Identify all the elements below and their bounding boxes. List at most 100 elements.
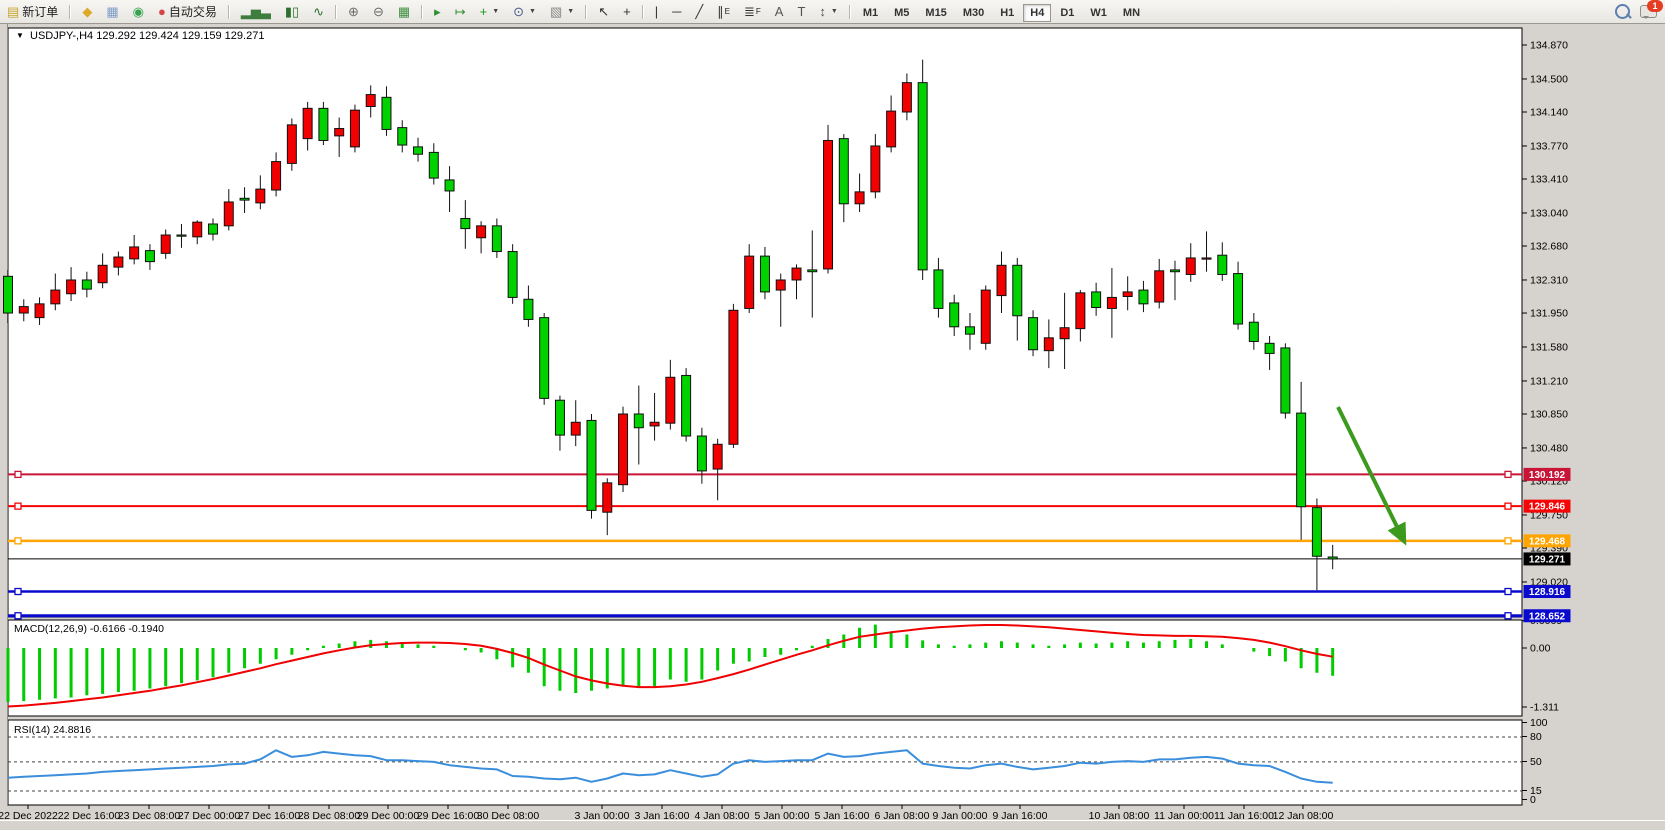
autotrade-icon: ● — [158, 5, 166, 18]
notification-badge: 1 — [1647, 0, 1663, 12]
time-axis: 22 Dec 202222 Dec 16:0023 Dec 08:0027 De… — [0, 805, 1334, 821]
svg-text:130.480: 130.480 — [1530, 442, 1568, 454]
candle-body — [51, 290, 60, 304]
candle-body — [114, 257, 123, 267]
new-order-button[interactable]: ▤新订单 — [1, 0, 64, 23]
window-icon: ▦ — [106, 5, 118, 18]
candle-body — [1076, 293, 1085, 329]
timeframe-toolbar: M1M5M15M30H1H4D1W1MN — [855, 5, 1148, 19]
trendline-button[interactable]: ╱ — [689, 0, 709, 23]
zoom-in-button[interactable]: ⊕ — [342, 0, 365, 23]
svg-text:130.850: 130.850 — [1530, 408, 1568, 420]
trendline-icon: ╱ — [695, 5, 703, 18]
candle-body — [366, 95, 375, 107]
svg-text:0: 0 — [1530, 794, 1536, 806]
timeframe-d1-button[interactable]: D1 — [1053, 4, 1081, 22]
arrows-button[interactable]: ↕▼ — [813, 0, 843, 23]
candle-body — [729, 310, 738, 444]
tile-windows-button[interactable]: ▦ — [392, 0, 416, 23]
candle-body — [130, 247, 139, 259]
candle-body — [902, 83, 911, 112]
toolbar-separator — [642, 5, 644, 19]
templates-button[interactable]: ▧▼ — [544, 0, 580, 23]
candle-body — [792, 268, 801, 280]
svg-text:132.680: 132.680 — [1530, 241, 1568, 253]
new-chart-button[interactable]: +▼ — [474, 0, 506, 23]
candle-body — [177, 235, 186, 236]
data-window-icon-button[interactable]: ▦ — [100, 0, 124, 23]
timeframe-mn-button[interactable]: MN — [1116, 4, 1147, 22]
candle-body — [429, 152, 438, 178]
channel-button[interactable]: ∥E — [711, 0, 736, 23]
market-watch-icon-button[interactable]: ◆ — [76, 0, 98, 23]
timeframe-m15-button[interactable]: M15 — [918, 4, 953, 22]
candle-body — [240, 198, 249, 200]
dropdown-arrow-icon: ▼ — [529, 8, 536, 15]
candle-body — [67, 280, 76, 294]
text-label-button[interactable]: T — [791, 0, 811, 23]
toolbar-separator — [585, 5, 587, 19]
timeframe-h4-button[interactable]: H4 — [1023, 4, 1051, 22]
text-icon: A — [775, 5, 784, 18]
candle-body — [1186, 258, 1195, 275]
text-button[interactable]: A — [769, 0, 790, 23]
search-icon[interactable] — [1615, 4, 1630, 19]
candle-body — [145, 251, 154, 262]
fibonacci-button[interactable]: ≣F — [738, 0, 767, 23]
timeframe-w1-button[interactable]: W1 — [1083, 4, 1114, 22]
candle-body — [193, 222, 202, 237]
crosshair-button[interactable]: + — [617, 0, 637, 23]
candle-body — [4, 276, 13, 313]
candle-body — [1328, 557, 1337, 559]
auto-trading-button[interactable]: ●自动交易 — [152, 0, 223, 23]
candle-body — [587, 420, 596, 510]
svg-text:133.040: 133.040 — [1530, 207, 1568, 219]
candle-body — [1139, 290, 1148, 304]
candle-body — [98, 265, 107, 282]
symbol-dropdown-icon[interactable]: ▼ — [16, 31, 24, 40]
chart-title: USDJPY-,H4 129.292 129.424 129.159 129.2… — [30, 30, 264, 42]
zoom-out-icon: ⊖ — [373, 5, 384, 18]
chat-icon[interactable]: 1 — [1640, 5, 1657, 18]
toolbar-separator — [69, 5, 71, 19]
horizontal-line-button[interactable]: ─ — [666, 0, 687, 23]
candle-body — [1092, 292, 1101, 308]
candle-body — [918, 83, 927, 270]
line-chart-button[interactable]: ∿ — [307, 0, 330, 23]
svg-text:131.210: 131.210 — [1530, 375, 1568, 387]
terminal-window: ▤新订单 ◆ ▦ ◉ ●自动交易 ▂▅▃▮▯∿ ⊕ ⊖ ▦ ▸↦+▼⊙▼▧▼ ↖ + |─ ╱ ∥E≣F AT… — [0, 0, 1665, 830]
svg-text:-1.311: -1.311 — [1530, 701, 1559, 713]
timeframe-m5-button[interactable]: M5 — [887, 4, 916, 22]
auto-scroll-button[interactable]: ▸ — [428, 0, 447, 23]
chart-shift-button[interactable]: ↦ — [449, 0, 472, 23]
timeframe-m1-button[interactable]: M1 — [856, 4, 885, 22]
candle-body — [492, 226, 501, 252]
candle-body — [272, 162, 281, 190]
signals-icon-button[interactable]: ◉ — [127, 0, 150, 23]
zoom-in-icon: ⊕ — [348, 5, 359, 18]
cursor-button[interactable]: ↖ — [592, 0, 615, 23]
candle-body — [445, 180, 454, 191]
candle-body — [1060, 328, 1069, 339]
bar-chart-button[interactable]: ▂▅▃ — [235, 0, 277, 23]
icon-subscript: F — [756, 7, 761, 16]
periods-button[interactable]: ⊙▼ — [507, 0, 542, 23]
candle-body — [697, 436, 706, 471]
macd-panel — [8, 620, 1522, 716]
macd-axis: 0.60690.00-1.311 — [1522, 615, 1562, 713]
signal-icon: ◉ — [133, 5, 144, 18]
candle-body — [666, 377, 675, 423]
candlestick-chart-button[interactable]: ▮▯ — [279, 0, 305, 23]
toolbar-separator — [228, 5, 230, 19]
svg-text:129.468: 129.468 — [1529, 536, 1566, 547]
svg-text:131.580: 131.580 — [1530, 341, 1568, 353]
candle-body — [1249, 322, 1258, 341]
icon-subscript: E — [725, 7, 730, 16]
timeframe-h1-button[interactable]: H1 — [993, 4, 1021, 22]
candle-body — [855, 192, 864, 204]
timeframe-m30-button[interactable]: M30 — [956, 4, 991, 22]
vertical-line-button[interactable]: | — [649, 0, 664, 23]
candle-body — [1218, 255, 1227, 274]
crosshair-icon: + — [623, 5, 631, 18]
zoom-out-button[interactable]: ⊖ — [367, 0, 390, 23]
